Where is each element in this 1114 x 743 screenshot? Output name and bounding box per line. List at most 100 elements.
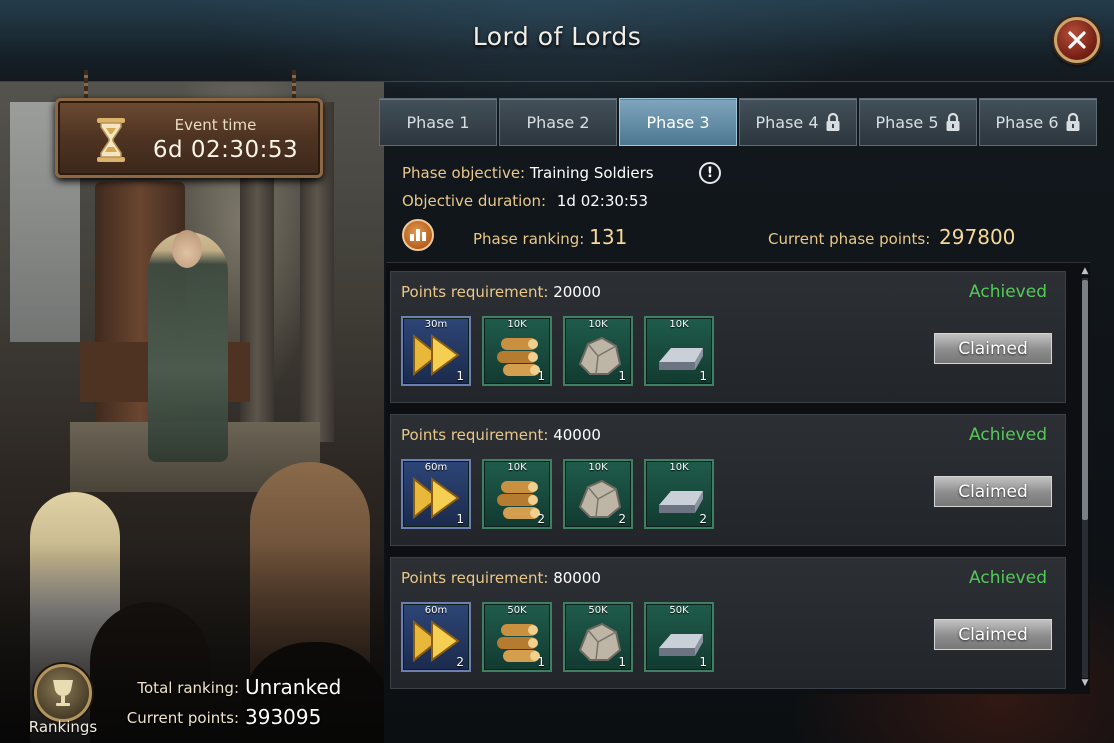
reward-card: Points requirement: 20000 Achieved 30m 1… — [390, 271, 1066, 403]
scroll-thumb[interactable] — [1082, 280, 1088, 520]
item-quantity: 1 — [618, 369, 626, 383]
points-requirement-value: 20000 — [553, 283, 601, 301]
reward-item[interactable]: 50K 1 — [644, 602, 714, 672]
reward-item[interactable]: 50K 1 — [482, 602, 552, 672]
reward-item[interactable]: 10K 2 — [482, 459, 552, 529]
status-achieved: Achieved — [969, 568, 1047, 588]
item-top-label: 10K — [669, 319, 689, 330]
points-requirement-value: 40000 — [553, 426, 601, 444]
item-quantity: 1 — [456, 369, 464, 383]
reward-card: Points requirement: 80000 Achieved 60m 2… — [390, 557, 1066, 689]
status-achieved: Achieved — [969, 425, 1047, 445]
item-quantity: 2 — [537, 512, 545, 526]
item-quantity: 1 — [537, 369, 545, 383]
points-requirement: Points requirement: 20000 — [401, 283, 601, 301]
hourglass-icon — [97, 118, 125, 162]
lock-icon — [1066, 112, 1080, 131]
tab-label: Phase 3 — [646, 112, 710, 132]
close-icon — [1068, 31, 1086, 49]
current-points-value: 393095 — [245, 705, 322, 729]
item-top-label: 60m — [424, 605, 448, 616]
total-ranking-value: Unranked — [245, 675, 342, 699]
reward-item[interactable]: 30m 1 — [401, 316, 471, 386]
item-top-label: 10K — [588, 462, 608, 473]
item-top-label: 10K — [507, 319, 527, 330]
reward-list[interactable]: Points requirement: 20000 Achieved 30m 1… — [386, 262, 1090, 694]
chalice-icon — [53, 680, 73, 706]
current-phase-points-value: 297800 — [939, 225, 1016, 249]
item-quantity: 1 — [618, 655, 626, 669]
page-title: Lord of Lords — [472, 22, 642, 51]
status-achieved: Achieved — [969, 282, 1047, 302]
objective-duration-label: Objective duration: — [402, 192, 547, 210]
current-points-label: Current points: — [126, 709, 239, 727]
claimed-button[interactable]: Claimed — [934, 619, 1052, 650]
item-top-label: 50K — [669, 605, 689, 616]
item-top-label: 50K — [507, 605, 527, 616]
points-requirement-label: Points requirement: — [401, 569, 549, 587]
claimed-button[interactable]: Claimed — [934, 333, 1052, 364]
reward-item[interactable]: 60m 1 — [401, 459, 471, 529]
tab-phase-1[interactable]: Phase 1 — [379, 98, 497, 146]
scroll-down-arrow-icon[interactable]: ▼ — [1080, 678, 1090, 688]
tab-phase-3[interactable]: Phase 3 — [619, 98, 737, 146]
item-top-label: 30m — [424, 319, 448, 330]
phase-ranking-value: 131 — [589, 225, 628, 249]
item-top-label: 10K — [507, 462, 527, 473]
tab-label: Phase 5 — [875, 112, 939, 132]
event-time-label: Event time — [174, 116, 257, 134]
current-phase-points-label: Current phase points: — [768, 230, 931, 248]
points-requirement: Points requirement: 40000 — [401, 426, 601, 444]
rankings-button[interactable] — [34, 664, 92, 722]
reward-item[interactable]: 10K 2 — [563, 459, 633, 529]
reward-list-scrollbar[interactable]: ▲ ▼ — [1078, 266, 1092, 690]
reward-item[interactable]: 50K 1 — [563, 602, 633, 672]
reward-card: Points requirement: 40000 Achieved 60m 1… — [390, 414, 1066, 546]
points-requirement-value: 80000 — [553, 569, 601, 587]
tab-phase-5[interactable]: Phase 5 — [859, 98, 977, 146]
tab-label: Phase 2 — [526, 112, 590, 132]
item-quantity: 1 — [699, 655, 707, 669]
tab-label: Phase 6 — [995, 112, 1059, 132]
item-quantity: 2 — [456, 655, 464, 669]
item-quantity: 1 — [699, 369, 707, 383]
points-requirement-label: Points requirement: — [401, 426, 549, 444]
item-top-label: 10K — [669, 462, 689, 473]
event-time-plaque: Event time 6d 02:30:53 — [55, 98, 323, 178]
claimed-button[interactable]: Claimed — [934, 476, 1052, 507]
scroll-up-arrow-icon[interactable]: ▲ — [1080, 266, 1090, 276]
lock-icon — [946, 112, 960, 131]
phase-objective: Phase objective: Training Soldiers — [402, 164, 654, 182]
item-quantity: 2 — [699, 512, 707, 526]
reward-item[interactable]: 10K 1 — [563, 316, 633, 386]
objective-duration: Objective duration: 1d 02:30:53 — [402, 192, 648, 210]
tab-phase-4[interactable]: Phase 4 — [739, 98, 857, 146]
tab-phase-2[interactable]: Phase 2 — [499, 98, 617, 146]
ranking-chart-button[interactable] — [402, 219, 434, 251]
tab-phase-6[interactable]: Phase 6 — [979, 98, 1097, 146]
info-icon[interactable]: ! — [699, 162, 721, 184]
phase-ranking: Phase ranking: 131 — [473, 225, 627, 249]
item-quantity: 2 — [618, 512, 626, 526]
reward-item[interactable]: 10K 2 — [644, 459, 714, 529]
phase-ranking-label: Phase ranking: — [473, 230, 585, 248]
tab-label: Phase 1 — [406, 112, 470, 132]
current-phase-points: Current phase points: 297800 — [768, 225, 1015, 249]
item-top-label: 10K — [588, 319, 608, 330]
close-button[interactable] — [1054, 17, 1100, 63]
reward-item[interactable]: 10K 1 — [644, 316, 714, 386]
points-requirement-label: Points requirement: — [401, 283, 549, 301]
phase-objective-label: Phase objective: — [402, 164, 526, 182]
item-top-label: 60m — [424, 462, 448, 473]
reward-item[interactable]: 10K 1 — [482, 316, 552, 386]
item-top-label: 50K — [588, 605, 608, 616]
item-quantity: 1 — [537, 655, 545, 669]
reward-item[interactable]: 60m 2 — [401, 602, 471, 672]
phase-objective-value: Training Soldiers — [529, 164, 654, 182]
tab-label: Phase 4 — [755, 112, 819, 132]
points-requirement: Points requirement: 80000 — [401, 569, 601, 587]
total-ranking-label: Total ranking: — [137, 679, 239, 697]
lock-icon — [826, 112, 840, 131]
event-time-value: 6d 02:30:53 — [152, 137, 299, 163]
event-illustration — [0, 82, 384, 743]
